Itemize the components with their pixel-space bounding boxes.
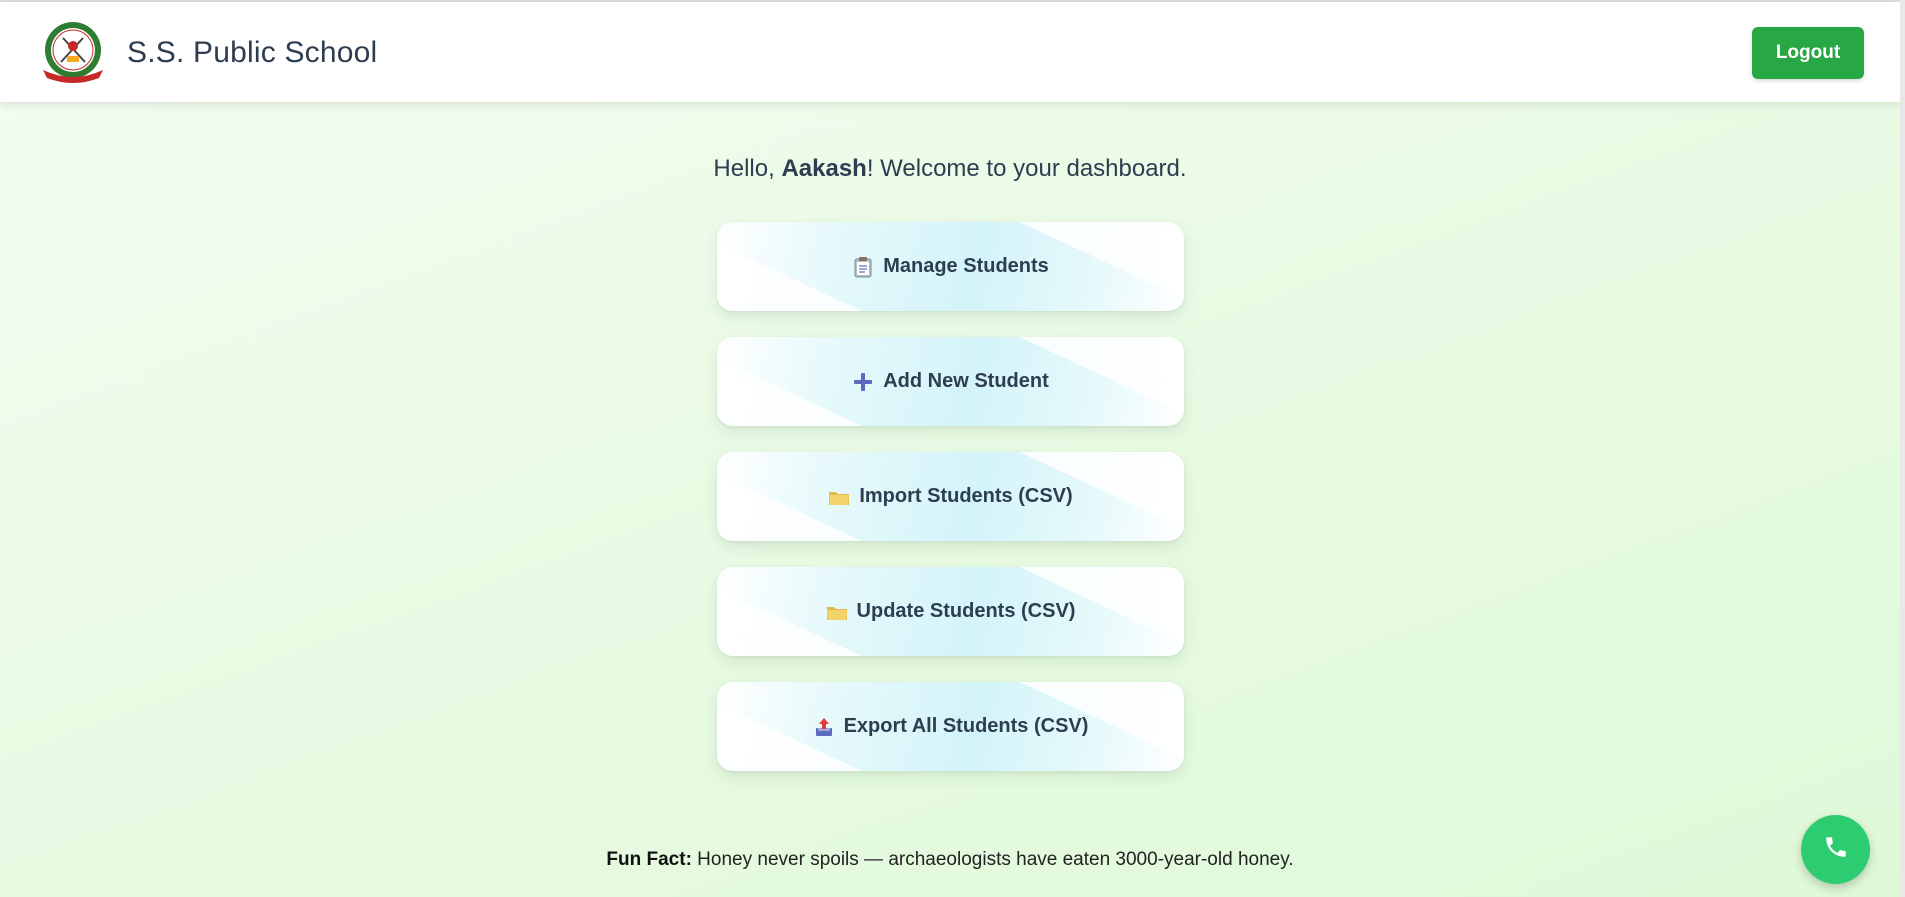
fun-fact-label: Fun Fact: bbox=[606, 849, 692, 870]
call-button[interactable] bbox=[1801, 815, 1870, 884]
logout-button[interactable]: Logout bbox=[1752, 27, 1864, 79]
dashboard-actions: Manage Students Add New Student Import S… bbox=[717, 222, 1184, 797]
scrollbar[interactable] bbox=[1900, 0, 1905, 897]
outbox-tray-icon bbox=[813, 716, 835, 738]
add-new-student-button[interactable]: Add New Student bbox=[717, 337, 1184, 426]
import-students-csv-button[interactable]: Import Students (CSV) bbox=[717, 452, 1184, 541]
clipboard-icon bbox=[852, 256, 874, 278]
manage-students-button[interactable]: Manage Students bbox=[717, 222, 1184, 311]
update-students-csv-button[interactable]: Update Students (CSV) bbox=[717, 567, 1184, 656]
school-name: S.S. Public School bbox=[127, 36, 378, 69]
export-all-students-csv-button[interactable]: Export All Students (CSV) bbox=[717, 682, 1184, 771]
action-label: Update Students (CSV) bbox=[856, 600, 1076, 622]
action-label: Add New Student bbox=[883, 370, 1049, 392]
welcome-greeting: Hello, Aakash! Welcome to your dashboard… bbox=[0, 155, 1900, 183]
folder-icon bbox=[828, 486, 850, 508]
greeting-prefix: Hello, bbox=[713, 155, 782, 182]
school-crest-icon bbox=[37, 20, 109, 85]
plus-icon bbox=[852, 371, 874, 393]
action-label: Import Students (CSV) bbox=[859, 485, 1073, 507]
folder-icon bbox=[826, 601, 848, 623]
phone-icon bbox=[1823, 834, 1849, 865]
top-header: S.S. Public School Logout bbox=[0, 2, 1900, 102]
fun-fact-text: Honey never spoils — archaeologists have… bbox=[691, 849, 1294, 870]
fun-fact: Fun Fact: Honey never spoils — archaeolo… bbox=[0, 849, 1900, 871]
user-name: Aakash bbox=[781, 155, 867, 182]
greeting-suffix: ! Welcome to your dashboard. bbox=[866, 155, 1187, 182]
action-label: Export All Students (CSV) bbox=[843, 715, 1089, 737]
action-label: Manage Students bbox=[883, 255, 1049, 277]
